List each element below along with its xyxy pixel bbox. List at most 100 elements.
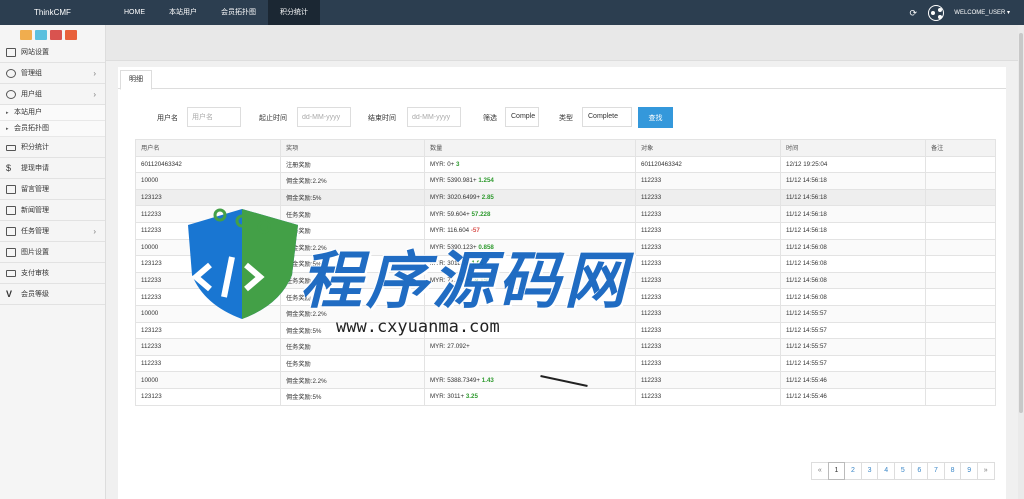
- end-time-label: 结束时间: [368, 115, 396, 122]
- cell-time: 11/12 14:56:08: [780, 271, 926, 290]
- sidebar: 网站设置 管理组› 用户组› 本站用户 会员拓扑图 积分统计 $提现申请 留言管…: [0, 25, 106, 499]
- cell-target: 112233: [635, 371, 781, 389]
- brand-logo[interactable]: ThinkCMF: [34, 8, 71, 17]
- sidebar-sub-member-topology[interactable]: 会员拓扑图: [0, 121, 105, 137]
- amount-base: MYR: 59.604+: [430, 210, 470, 218]
- shortcut-trash-icon[interactable]: [50, 30, 62, 40]
- sidebar-item-news[interactable]: 新闻管理: [0, 200, 105, 221]
- filter-label: 筛选: [483, 115, 497, 122]
- start-date-input[interactable]: [297, 107, 351, 127]
- cell-note: [925, 321, 996, 340]
- cell-award: 任务奖励: [280, 338, 425, 356]
- search-button[interactable]: 查找: [638, 107, 673, 128]
- card-icon: [6, 270, 16, 277]
- welcome-user-menu[interactable]: WELCOME_USER ▾: [954, 9, 1010, 16]
- page-9-button[interactable]: 9: [960, 462, 978, 480]
- pagination: « 1 2 3 4 5 6 7 8 9 »: [811, 462, 995, 480]
- newspaper-icon: [6, 206, 16, 215]
- cell-amount: MYR: 59.604+ 57.228: [424, 205, 636, 223]
- sidebar-item-messages[interactable]: 留言管理: [0, 179, 105, 200]
- user-circle-icon: [6, 69, 16, 78]
- amount-delta: 2.85: [481, 194, 494, 202]
- dollar-icon: $: [6, 163, 12, 173]
- filter-bar: 用户名 起止时间 结束时间 筛选 Comple 类型 Complete 查找: [118, 107, 1006, 129]
- page-8-button[interactable]: 8: [943, 462, 962, 480]
- table-row: 112233 任务奖励 112233 11/12 14:55:57: [135, 354, 996, 373]
- table-row: 112233 任务奖励 MYR: 27.092+ 112233 11/12 14:55…: [135, 338, 996, 356]
- nav-site-users[interactable]: 本站用户: [157, 0, 209, 25]
- page-1-button[interactable]: 1: [827, 462, 846, 480]
- table-row: 10000 佣金奖励:2.2% MYR: 5390.981+ 1.254 112233…: [135, 172, 996, 190]
- sidebar-item-site-settings[interactable]: 网站设置: [0, 42, 105, 63]
- shortcut-doc-icon[interactable]: [35, 30, 47, 40]
- cell-note: [925, 255, 996, 273]
- filter-select[interactable]: Comple: [505, 107, 539, 127]
- col-target: 对象: [635, 139, 781, 157]
- tasks-icon: [6, 227, 16, 236]
- avatar[interactable]: [928, 4, 945, 21]
- watermark-text: 程序源码网: [300, 244, 631, 317]
- amount-delta: 1.254: [478, 177, 494, 185]
- cell-username: 10000: [135, 172, 281, 190]
- amount-delta: 1.43: [481, 376, 494, 384]
- sidebar-sub-site-users[interactable]: 本站用户: [0, 105, 105, 121]
- nav-member-topology[interactable]: 会员拓扑图: [209, 0, 268, 25]
- cell-username: 112233: [135, 338, 281, 356]
- cell-target: 112233: [635, 321, 781, 340]
- scrollbar-thumb[interactable]: [1019, 33, 1023, 413]
- end-date-input[interactable]: [407, 107, 461, 127]
- amount-delta: 3: [455, 160, 460, 168]
- cell-time: 11/12 14:55:57: [780, 338, 926, 356]
- top-right-area: ⟳ WELCOME_USER ▾: [908, 0, 1010, 25]
- envelope-icon: [6, 185, 16, 194]
- cell-note: [925, 288, 996, 306]
- page-next-button[interactable]: »: [976, 462, 995, 480]
- cell-target: 112233: [635, 354, 781, 373]
- nav-points-stats[interactable]: 积分统计: [268, 0, 320, 25]
- page-7-button[interactable]: 7: [927, 462, 945, 480]
- cell-award: 佣金奖励:5%: [280, 188, 425, 207]
- vimeo-icon: V: [6, 289, 13, 299]
- cell-award: 注册奖励: [280, 155, 425, 174]
- quick-shortcuts: [0, 25, 105, 42]
- cell-target: 601120463342: [635, 155, 781, 174]
- tab-details[interactable]: 明细: [120, 70, 152, 90]
- cell-note: [925, 172, 996, 190]
- page-prev-button[interactable]: «: [811, 462, 829, 480]
- cell-target: 112233: [635, 387, 781, 406]
- type-select[interactable]: Complete: [582, 107, 632, 127]
- cell-time: 11/12 14:55:46: [780, 371, 926, 389]
- page-6-button[interactable]: 6: [910, 462, 929, 480]
- sidebar-item-tasks[interactable]: 任务管理 ›: [0, 221, 105, 242]
- cell-amount: MYR: 3011+ 3.25: [424, 387, 636, 406]
- cell-target: 112233: [635, 304, 781, 323]
- shortcut-chart-icon[interactable]: [20, 30, 32, 40]
- sidebar-item-member-level[interactable]: V 会员等级: [0, 284, 105, 305]
- cell-time: 11/12 14:55:57: [780, 304, 926, 323]
- amount-base: MYR: 5388.7349+: [430, 376, 481, 384]
- sidebar-item-admin-group[interactable]: 管理组 ›: [0, 63, 105, 84]
- keyboard-icon: [6, 145, 16, 151]
- chevron-right-icon: ›: [93, 227, 96, 236]
- page-3-button[interactable]: 3: [860, 462, 879, 480]
- page-scrollbar[interactable]: [1018, 25, 1024, 499]
- user-circle-icon: [6, 90, 16, 99]
- username-input[interactable]: [187, 107, 241, 127]
- table-header-row: 用户名 奖项 数量 对象 时间 备注: [135, 139, 996, 157]
- cell-username: 112233: [135, 354, 281, 373]
- cell-note: [925, 371, 996, 389]
- sidebar-item-payment-review[interactable]: 支付审核: [0, 263, 105, 284]
- refresh-icon[interactable]: ⟳: [908, 8, 918, 18]
- cell-amount: MYR: 5390.981+ 1.254: [424, 172, 636, 190]
- cell-username: 123123: [135, 387, 281, 406]
- sidebar-item-points-stats[interactable]: 积分统计: [0, 137, 105, 158]
- page-4-button[interactable]: 4: [877, 462, 895, 480]
- nav-home[interactable]: HOME: [112, 0, 157, 25]
- shortcut-settings-icon[interactable]: [65, 30, 77, 40]
- page-2-button[interactable]: 2: [844, 462, 862, 480]
- sidebar-item-images[interactable]: 图片设置: [0, 242, 105, 263]
- sidebar-item-user-group[interactable]: 用户组 ›: [0, 84, 105, 105]
- sidebar-item-withdraw[interactable]: $ 提现申请: [0, 158, 105, 179]
- page-5-button[interactable]: 5: [893, 462, 912, 480]
- col-award: 奖项: [280, 139, 425, 157]
